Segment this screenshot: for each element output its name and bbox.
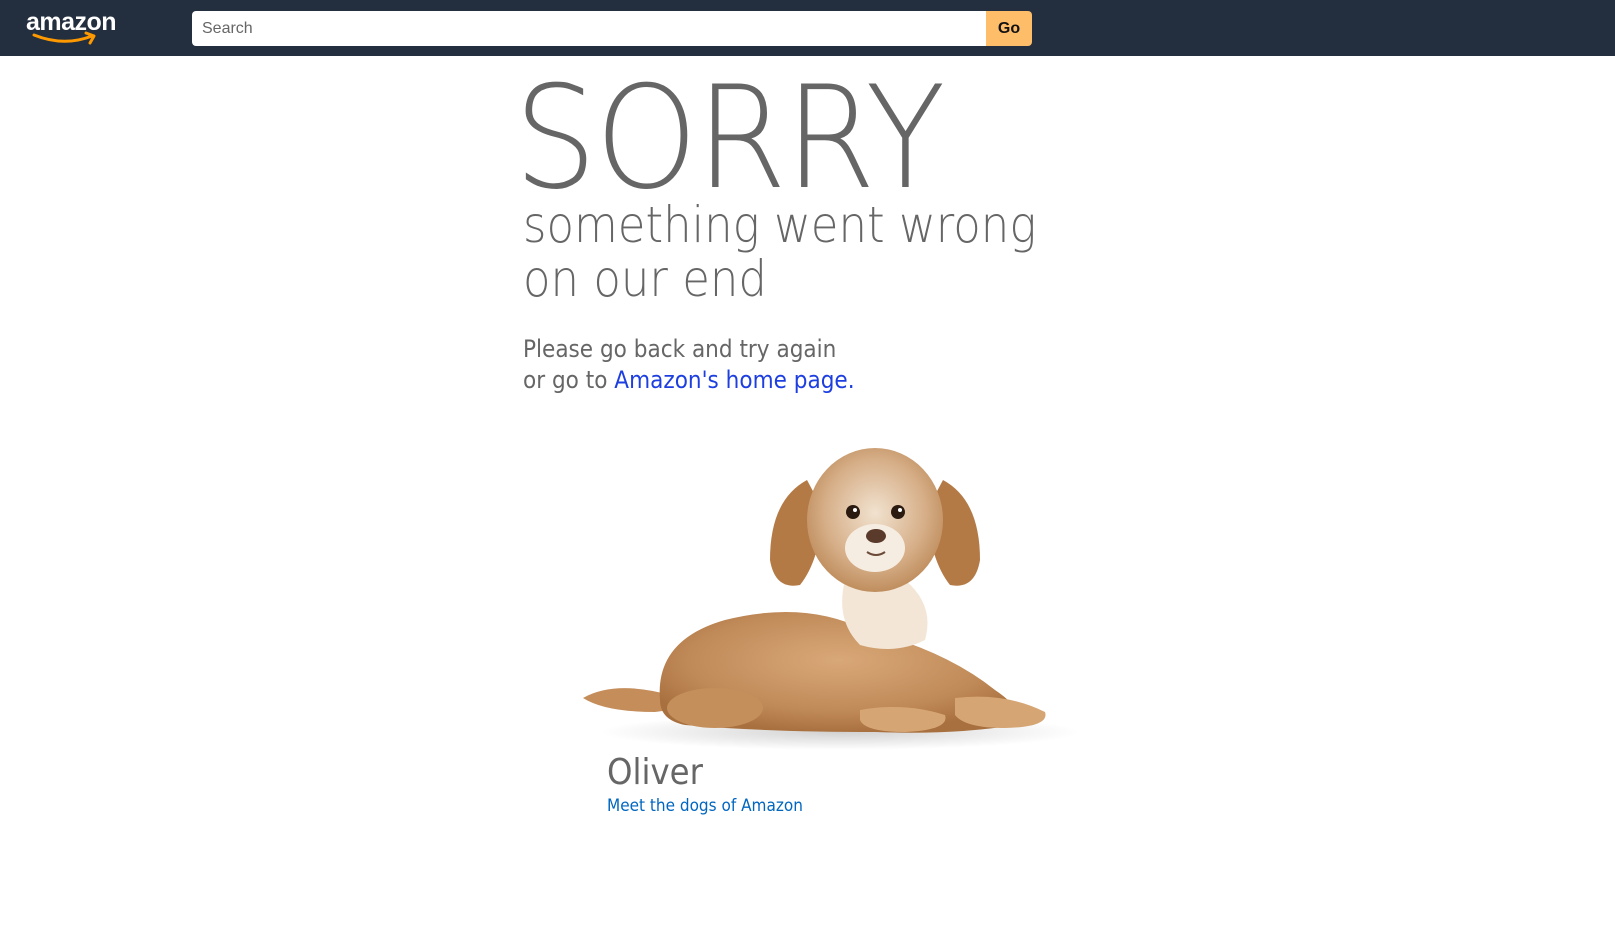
error-message: Please go back and try again or go to Am… xyxy=(523,334,855,396)
home-page-link[interactable]: Amazon's home page. xyxy=(614,366,854,394)
sorry-headline: SORRY xyxy=(514,56,945,221)
go-button[interactable]: Go xyxy=(986,11,1032,46)
subheadline-line-1: something went wrong xyxy=(523,196,1037,254)
error-subheadline: something went wrong on our end xyxy=(523,198,1036,306)
smile-arrow-icon xyxy=(32,31,96,45)
message-line-1: Please go back and try again xyxy=(523,335,837,363)
dog-name: Oliver xyxy=(607,752,703,793)
top-navbar: amazon Go xyxy=(0,0,1615,56)
amazon-logo[interactable]: amazon xyxy=(26,6,126,46)
search-bar: Go xyxy=(192,11,1032,46)
subheadline-line-2: on our end xyxy=(523,250,767,308)
search-input[interactable] xyxy=(192,11,986,46)
dog-photo xyxy=(583,448,1080,750)
meet-dogs-link[interactable]: Meet the dogs of Amazon xyxy=(607,796,803,816)
message-prefix: or go to xyxy=(523,366,615,394)
message-line-2: or go to Amazon's home page. xyxy=(523,365,855,396)
